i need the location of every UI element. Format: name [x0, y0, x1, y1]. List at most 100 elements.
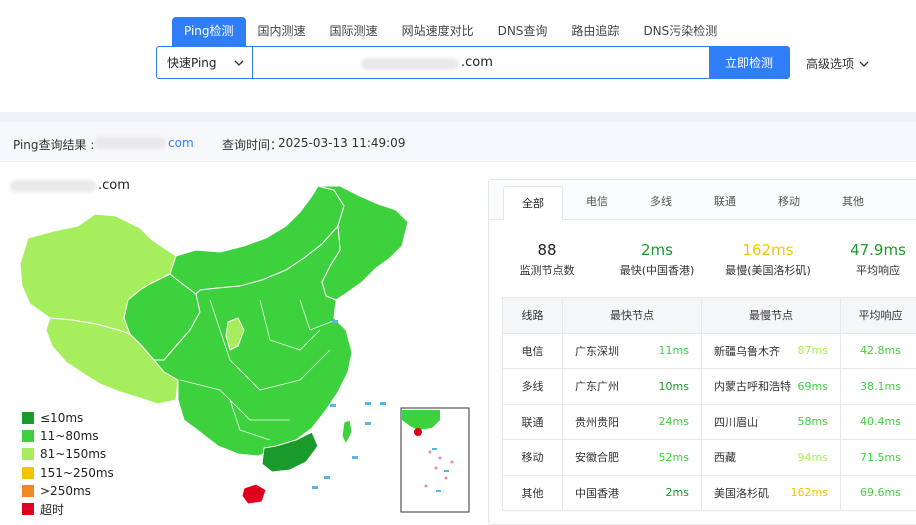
- ping-mode-label: 快速Ping: [167, 54, 217, 71]
- legend-swatch: [22, 430, 34, 442]
- tab-intl-speed[interactable]: 国际测速: [318, 17, 390, 46]
- tab-dns-query[interactable]: DNS查询: [486, 17, 560, 46]
- average-cell: 40.4ms: [841, 404, 916, 440]
- slowest-ms: 69ms: [798, 380, 828, 393]
- header-average: 平均响应: [841, 298, 916, 334]
- query-time-label: 查询时间：: [222, 136, 282, 153]
- stat-node-count: 88 监测节点数: [511, 240, 583, 278]
- redacted-domain: [94, 137, 166, 149]
- tab-mobile[interactable]: 移动: [759, 180, 819, 220]
- fastest-node: 广东广州: [575, 378, 619, 394]
- ping-mode-select[interactable]: 快速Ping: [157, 47, 253, 78]
- tool-tabs: Ping检测 国内测速 国际测速 网站速度对比 DNS查询 路由追踪 DNS污染…: [172, 17, 729, 46]
- table-row: 电信广东深圳 11ms 新疆乌鲁木齐87ms 42.8ms: [503, 333, 916, 369]
- header-slowest: 最慢节点: [702, 298, 841, 334]
- table-row: 移动安徽合肥52ms西藏94ms71.5ms: [503, 440, 916, 476]
- slowest-node: 四川眉山: [714, 414, 758, 430]
- tab-domestic-speed[interactable]: 国内测速: [246, 17, 318, 46]
- stat-average: 47.9ms 平均响应: [839, 240, 916, 278]
- results-panel: 全部 电信 多线 联通 移动 其他 88 监测节点数 2ms 最快(中国香港) …: [488, 179, 916, 525]
- slowest-node: 内蒙古呼和浩特: [714, 378, 791, 394]
- fastest-ms: 10ms: [659, 380, 689, 393]
- check-now-button[interactable]: 立即检测: [709, 47, 789, 78]
- search-bar: 快速Ping .com 立即检测: [156, 46, 790, 79]
- average-ms: 40.4ms: [860, 415, 901, 428]
- legend-item: ≤10ms: [22, 409, 114, 427]
- table-row: 其他中国香港 2ms 美国洛杉矶162ms 69.6ms: [503, 475, 916, 511]
- legend-item: 151~250ms: [22, 464, 114, 482]
- average-ms: 38.1ms: [860, 380, 901, 393]
- line-cell: 其他: [503, 475, 563, 511]
- slowest-cell: 西藏 94ms: [702, 440, 841, 476]
- slowest-ms: 58ms: [798, 415, 828, 428]
- average-cell: 71.5ms: [841, 440, 916, 476]
- slowest-cell: 新疆乌鲁木齐87ms: [702, 333, 841, 369]
- legend-swatch: [22, 412, 34, 424]
- average-cell: 42.8ms: [841, 333, 916, 369]
- node-table: 线路 最快节点 最慢节点 平均响应 电信广东深圳 11ms 新疆乌鲁木齐87ms 42…: [502, 297, 916, 511]
- table-row: 多线广东广州 10ms 内蒙古呼和浩特 69ms 38.1ms: [503, 369, 916, 405]
- fastest-node: 安徽合肥: [575, 449, 619, 465]
- result-domain: com: [168, 136, 194, 150]
- legend-item: >250ms: [22, 482, 114, 500]
- tab-all[interactable]: 全部: [503, 186, 563, 221]
- slowest-cell: 四川眉山 58ms: [702, 404, 841, 440]
- result-label: Ping查询结果 :: [13, 136, 94, 153]
- redacted-domain: [361, 58, 459, 70]
- tab-multiline[interactable]: 多线: [631, 180, 691, 220]
- legend-item: 超时: [22, 500, 114, 518]
- fastest-node: 中国香港: [575, 485, 619, 501]
- line-filter-tabs: 全部 电信 多线 联通 移动 其他: [489, 180, 916, 220]
- stat-slowest: 162ms 最慢(美国洛杉矶): [723, 240, 813, 278]
- tab-traceroute[interactable]: 路由追踪: [559, 17, 631, 46]
- legend-swatch: [22, 485, 34, 497]
- fastest-cell: 广东广州 10ms: [563, 369, 702, 405]
- header-line: 线路: [503, 298, 563, 334]
- header-fastest: 最快节点: [563, 298, 702, 334]
- legend-item: 81~150ms: [22, 445, 114, 463]
- tab-site-compare[interactable]: 网站速度对比: [390, 17, 486, 46]
- domain-input[interactable]: .com: [253, 47, 709, 78]
- stat-fastest: 2ms 最快(中国香港): [611, 240, 703, 278]
- average-cell: 38.1ms: [841, 369, 916, 405]
- south-china-sea-inset: [401, 408, 469, 512]
- fastest-ms: 2ms: [666, 486, 689, 499]
- tab-other[interactable]: 其他: [823, 180, 883, 220]
- fastest-node: 广东深圳: [575, 343, 619, 359]
- chevron-down-icon: [234, 60, 244, 66]
- average-ms: 71.5ms: [860, 451, 901, 464]
- average-ms: 42.8ms: [860, 344, 901, 357]
- table-header-row: 线路 最快节点 最慢节点 平均响应: [503, 298, 916, 334]
- slowest-node: 新疆乌鲁木齐: [714, 343, 780, 359]
- line-cell: 联通: [503, 404, 563, 440]
- slowest-node: 西藏: [714, 449, 736, 465]
- tab-dns-pollution[interactable]: DNS污染检测: [631, 17, 729, 46]
- slowest-cell: 美国洛杉矶162ms: [702, 475, 841, 511]
- fastest-ms: 11ms: [659, 344, 689, 357]
- tab-ping[interactable]: Ping检测: [172, 17, 246, 46]
- slowest-ms: 94ms: [798, 451, 828, 464]
- advanced-options-label: 高级选项: [806, 55, 854, 72]
- slowest-cell: 内蒙古呼和浩特 69ms: [702, 369, 841, 405]
- fastest-cell: 中国香港 2ms: [563, 475, 702, 511]
- legend-swatch: [22, 448, 34, 460]
- legend-item: 11~80ms: [22, 427, 114, 445]
- fastest-ms: 52ms: [659, 451, 689, 464]
- region-taiwan[interactable]: [342, 420, 352, 444]
- tab-telecom[interactable]: 电信: [567, 180, 627, 220]
- legend-swatch: [22, 503, 34, 515]
- chevron-down-icon: [859, 61, 869, 67]
- advanced-options-button[interactable]: 高级选项: [806, 55, 869, 72]
- fastest-cell: 广东深圳 11ms: [563, 333, 702, 369]
- fastest-cell: 贵州贵阳24ms: [563, 404, 702, 440]
- table-row: 联通贵州贵阳24ms 四川眉山 58ms 40.4ms: [503, 404, 916, 440]
- line-cell: 电信: [503, 333, 563, 369]
- line-cell: 多线: [503, 369, 563, 405]
- fastest-cell: 安徽合肥 52ms: [563, 440, 702, 476]
- fastest-node: 贵州贵阳: [575, 414, 619, 430]
- section-divider: [0, 112, 916, 122]
- average-ms: 69.6ms: [860, 486, 901, 499]
- legend-swatch: [22, 467, 34, 479]
- tab-unicom[interactable]: 联通: [695, 180, 755, 220]
- region-hainan[interactable]: [242, 484, 266, 504]
